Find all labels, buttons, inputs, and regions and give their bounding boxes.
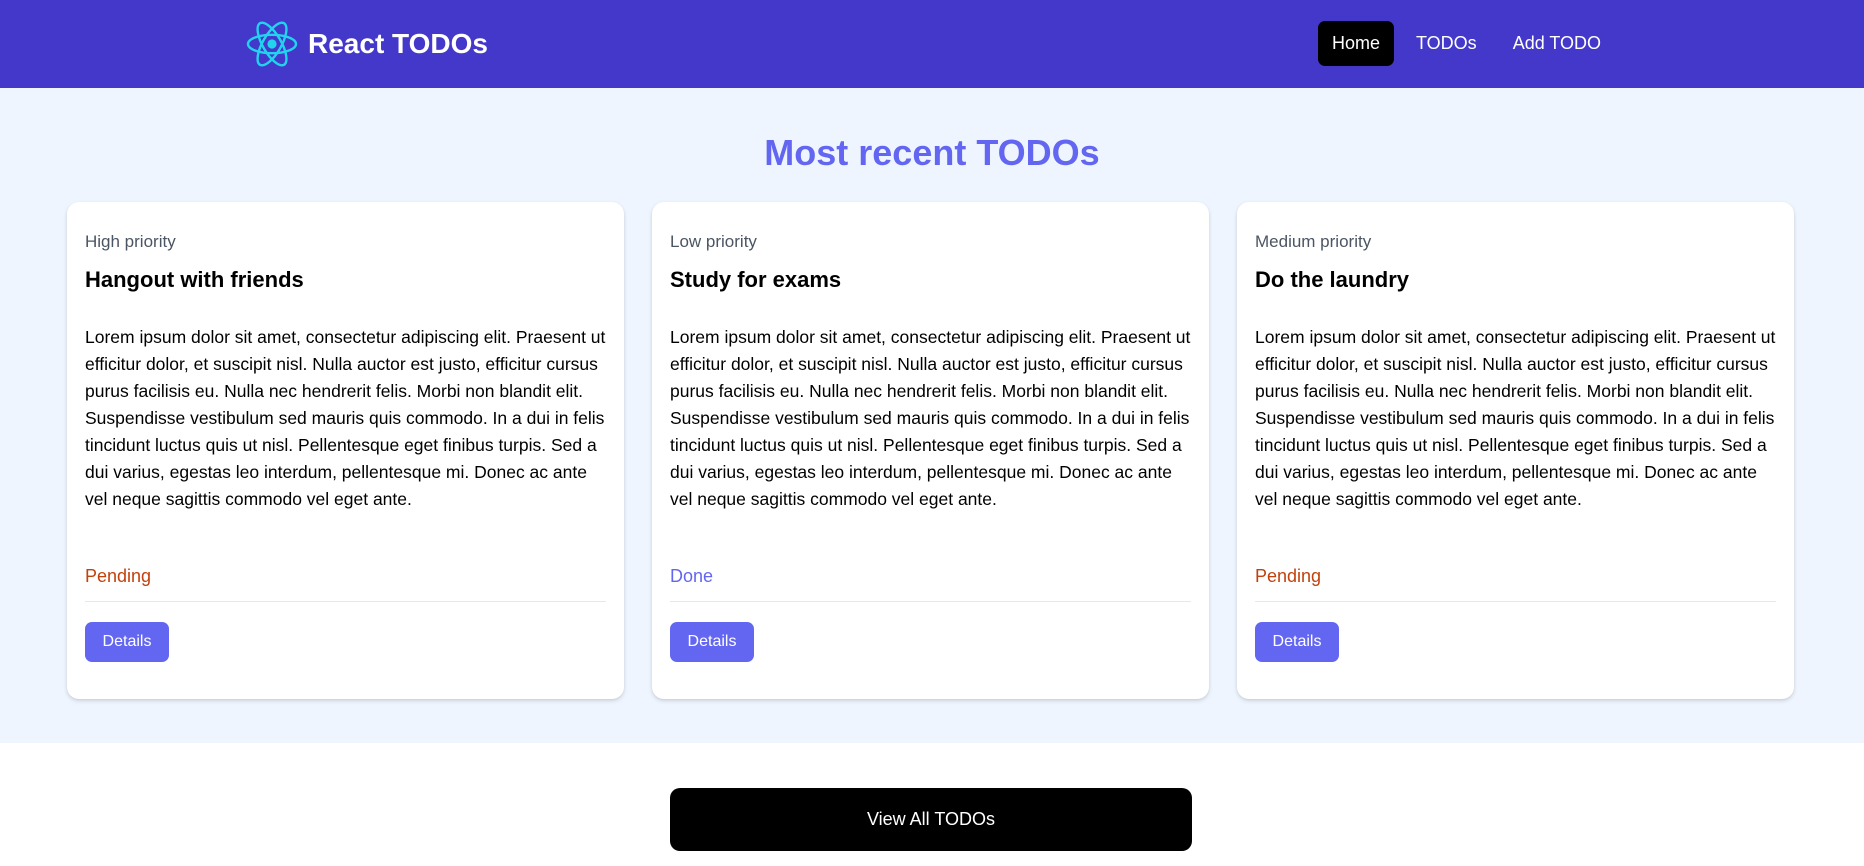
navbar: React TODOs Home TODOs Add TODO: [0, 0, 1864, 88]
react-atom-icon: [246, 20, 298, 68]
brand-link[interactable]: React TODOs: [246, 19, 488, 69]
todo-description: Lorem ipsum dolor sit amet, consectetur …: [85, 327, 606, 509]
todo-card-study: Low priority Study for exams Lorem ipsum…: [652, 202, 1209, 699]
todo-description: Lorem ipsum dolor sit amet, consectetur …: [1255, 327, 1776, 509]
todo-priority: Low priority: [670, 232, 757, 251]
view-all-todos-button[interactable]: View All TODOs: [670, 788, 1192, 851]
details-button[interactable]: Details: [1255, 622, 1339, 662]
nav-link-todos[interactable]: TODOs: [1402, 21, 1491, 66]
nav-link-add-todo[interactable]: Add TODO: [1499, 21, 1615, 66]
todo-card-hangout: High priority Hangout with friends Lorem…: [67, 202, 624, 699]
card-divider: [1255, 601, 1776, 602]
card-divider: [670, 601, 1191, 602]
todo-title: Do the laundry: [1255, 267, 1410, 292]
page-title: Most recent TODOs: [764, 132, 1100, 173]
todo-status: Pending: [85, 566, 152, 586]
card-divider: [85, 601, 606, 602]
nav-link-home[interactable]: Home: [1318, 21, 1395, 66]
recent-todos-section: Most recent TODOs High priority Hangout …: [0, 88, 1864, 743]
todo-title: Hangout with friends: [85, 267, 304, 292]
todo-card-laundry: Medium priority Do the laundry Lorem ips…: [1237, 202, 1794, 699]
todo-title: Study for exams: [670, 267, 842, 292]
todo-priority: High priority: [85, 232, 176, 251]
nav-links: Home TODOs Add TODO: [1318, 21, 1623, 66]
brand-title: React TODOs: [308, 28, 488, 59]
details-button[interactable]: Details: [85, 622, 169, 662]
todo-status: Pending: [1255, 566, 1322, 586]
todo-description: Lorem ipsum dolor sit amet, consectetur …: [670, 327, 1191, 509]
todo-priority: Medium priority: [1255, 232, 1372, 251]
details-button[interactable]: Details: [670, 622, 754, 662]
todo-status: Done: [670, 566, 714, 586]
